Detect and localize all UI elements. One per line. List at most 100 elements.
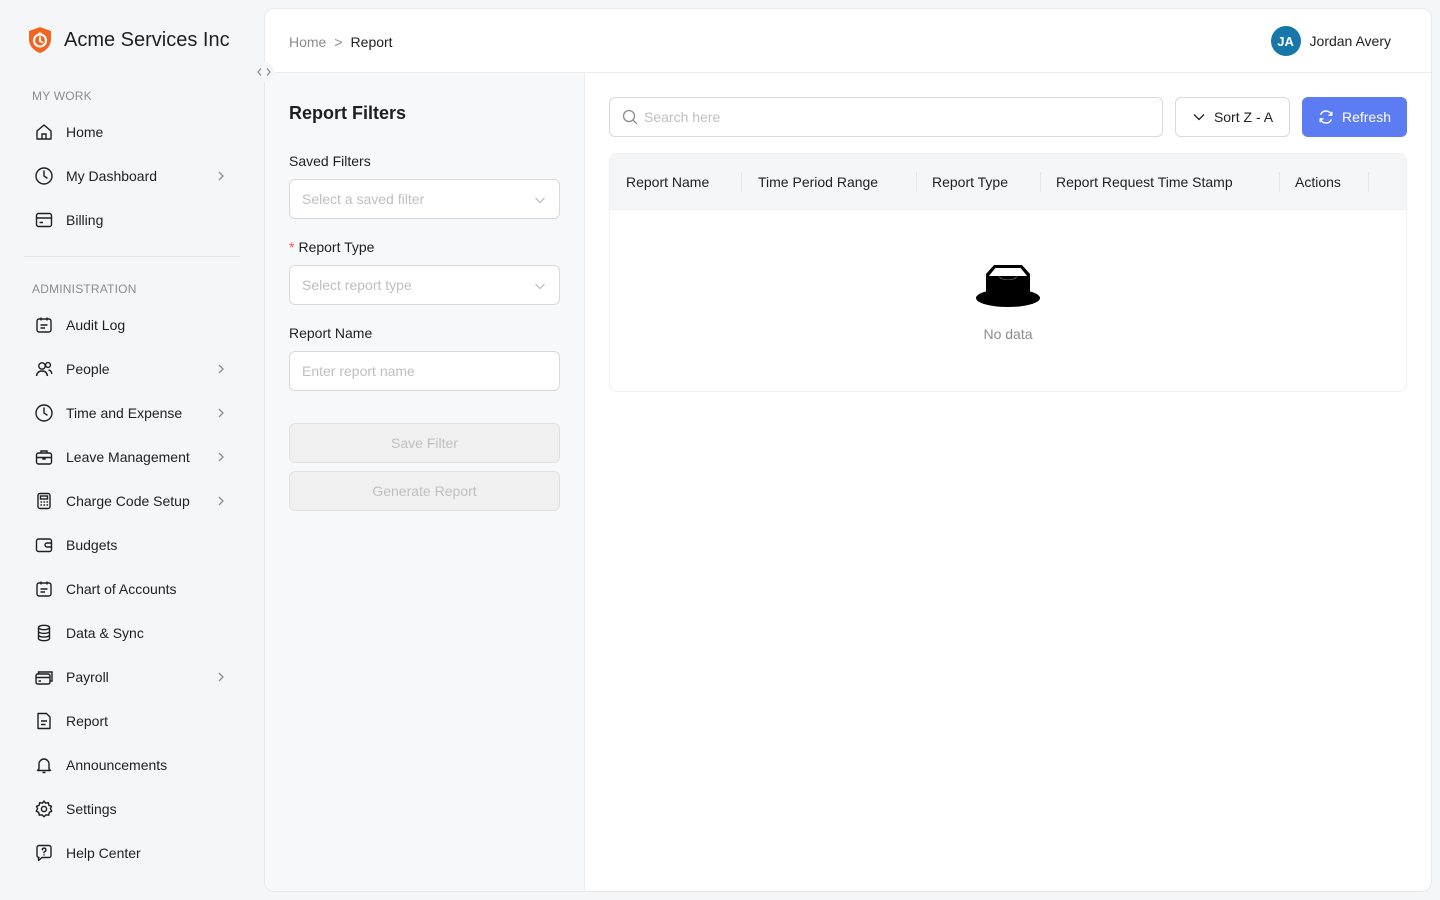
sidebar-divider [24,256,240,257]
wallet-icon [34,535,54,555]
sidebar-item-label: Home [66,124,104,140]
sidebar-item-label: Budgets [66,537,118,553]
sidebar-item-label: Time and Expense [66,405,183,421]
reports-table: Report Name Time Period Range Report Typ… [609,153,1407,392]
chevron-right-icon [218,452,224,462]
chevron-down-icon [1193,114,1205,121]
card-stack-icon [34,667,54,687]
column-header-report-name[interactable]: Report Name [626,154,709,210]
sidebar-item-label: Announcements [66,757,168,773]
column-header-actions[interactable]: Actions [1295,154,1341,210]
column-header-time-period-range[interactable]: Time Period Range [758,154,878,210]
avatar: JA [1270,26,1301,56]
sidebar-item-leave-management[interactable]: Leave Management [24,437,240,477]
column-divider [741,172,742,192]
column-divider [1279,172,1280,192]
sidebar-item-label: Data & Sync [66,625,144,641]
sidebar-item-announcements[interactable]: Announcements [24,745,240,785]
chevron-right-icon [218,364,224,374]
empty-inbox-icon [976,265,1040,307]
breadcrumb-current: Report [350,34,393,50]
sidebar-item-my-dashboard[interactable]: My Dashboard [24,156,240,196]
results-area: Sort Z - A Refresh Report Name Time Peri… [585,73,1431,891]
chevron-right-icon [218,408,224,418]
sidebar: Acme Services Inc MY WORK Home My Dashbo… [0,0,264,900]
saved-filter-select[interactable]: Select a saved filter [289,179,560,219]
refresh-icon [1319,110,1333,124]
sidebar-item-budgets[interactable]: Budgets [24,525,240,565]
sidebar-item-label: Audit Log [66,317,126,333]
shield-logo-icon [26,26,54,54]
search-input[interactable] [644,109,1144,125]
home-icon [34,122,54,142]
chevron-down-icon [535,197,545,204]
save-filter-button[interactable]: Save Filter [289,423,560,463]
column-divider [1040,172,1041,192]
sort-button[interactable]: Sort Z - A [1175,97,1290,137]
sidebar-item-settings[interactable]: Settings [24,789,240,829]
sidebar-item-chart-of-accounts[interactable]: Chart of Accounts [24,569,240,609]
sidebar-item-charge-code-setup[interactable]: Charge Code Setup [24,481,240,521]
filters-title: Report Filters [289,103,407,123]
required-mark: * [289,239,295,255]
sidebar-item-label: Chart of Accounts [66,581,177,597]
sidebar-item-label: Leave Management [66,449,190,465]
breadcrumb-separator: > [334,34,343,50]
sidebar-item-time-and-expense[interactable]: Time and Expense [24,393,240,433]
column-header-report-type[interactable]: Report Type [932,154,1008,210]
breadcrumb-home[interactable]: Home [289,34,326,50]
sidebar-collapse-toggle[interactable] [254,62,274,82]
refresh-label: Refresh [1341,109,1392,125]
sidebar-item-label: Payroll [66,669,109,685]
sidebar-item-label: People [66,361,110,377]
chevron-right-icon [218,171,224,181]
sidebar-item-report[interactable]: Report [24,701,240,741]
calendar-icon [34,315,54,335]
report-type-label: * Report Type [289,239,374,255]
chevron-right-icon [218,496,224,506]
bell-icon [34,755,54,775]
people-icon [34,359,54,379]
sidebar-item-help-center[interactable]: Help Center [24,833,240,873]
sidebar-item-billing[interactable]: Billing [24,200,240,240]
chevron-down-icon [535,283,545,290]
saved-filters-label: Saved Filters [289,153,371,169]
generate-report-button[interactable]: Generate Report [289,471,560,511]
section-label-my-work: MY WORK [32,89,92,103]
sidebar-item-label: My Dashboard [66,168,158,184]
billing-icon [34,210,54,230]
sidebar-item-label: Help Center [66,845,141,861]
gear-icon [34,799,54,819]
search-bar[interactable] [609,97,1163,137]
sidebar-item-label: Report [66,713,109,729]
search-icon [622,109,638,125]
sidebar-item-label: Settings [66,801,117,817]
sidebar-item-people[interactable]: People [24,349,240,389]
sidebar-item-data-sync[interactable]: Data & Sync [24,613,240,653]
sidebar-item-payroll[interactable]: Payroll [24,657,240,697]
briefcase-icon [34,447,54,467]
column-divider [1368,172,1369,192]
code-chevrons-icon [257,68,271,76]
report-type-placeholder: Select report type [302,277,412,293]
report-name-label: Report Name [289,325,373,341]
brand[interactable]: Acme Services Inc [26,26,230,54]
column-header-request-timestamp[interactable]: Report Request Time Stamp [1056,154,1233,210]
calculator-icon [34,491,54,511]
main-panel: Home > Report JA Jordan Avery Report Fil… [264,8,1432,892]
top-bar: Home > Report JA Jordan Avery [265,9,1431,73]
sidebar-item-audit-log[interactable]: Audit Log [24,305,240,345]
report-name-input[interactable] [289,351,560,391]
help-chat-icon [34,843,54,863]
column-divider [916,172,917,192]
report-type-select[interactable]: Select report type [289,265,560,305]
document-icon [34,711,54,731]
report-type-label-text: Report Type [298,239,375,255]
refresh-button[interactable]: Refresh [1302,97,1407,137]
empty-text: No data [983,326,1033,342]
user-menu[interactable]: JA Jordan Avery [1270,26,1391,56]
sidebar-item-home[interactable]: Home [24,112,240,152]
saved-filter-placeholder: Select a saved filter [302,191,425,207]
section-label-administration: ADMINISTRATION [32,282,137,296]
clock-icon [34,403,54,423]
